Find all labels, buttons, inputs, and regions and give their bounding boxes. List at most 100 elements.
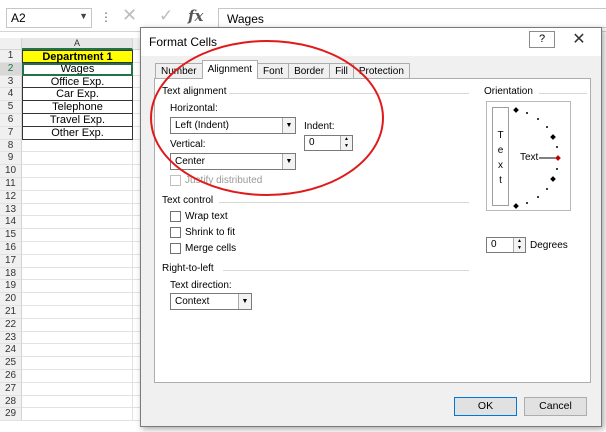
wrap-text-checkbox[interactable] <box>170 211 181 222</box>
cell-a12[interactable] <box>22 190 133 204</box>
cell-a14[interactable] <box>22 216 133 230</box>
row-header[interactable]: 29 <box>0 408 22 422</box>
ok-button[interactable]: OK <box>454 397 517 416</box>
dial-handle[interactable] <box>555 155 561 161</box>
cell-a17[interactable] <box>22 254 133 268</box>
tab-number[interactable]: Number <box>155 63 203 79</box>
column-header-a[interactable]: A <box>22 38 133 50</box>
row-header[interactable]: 2 <box>0 62 22 76</box>
cell-a3[interactable]: Office Exp. <box>22 75 133 89</box>
merge-cells-checkbox[interactable] <box>170 243 181 254</box>
cell-a6[interactable]: Travel Exp. <box>22 113 133 127</box>
chevron-down-icon[interactable]: ▼ <box>282 118 295 133</box>
row-header[interactable]: 19 <box>0 280 22 294</box>
horizontal-select[interactable]: Left (Indent) ▼ <box>170 117 296 134</box>
row-header[interactable]: 3 <box>0 75 22 89</box>
vertical-select[interactable]: Center ▼ <box>170 153 296 170</box>
select-all-corner[interactable] <box>0 38 22 50</box>
row-header[interactable]: 28 <box>0 395 22 409</box>
row-header[interactable]: 25 <box>0 357 22 370</box>
tab-alignment[interactable]: Alignment <box>201 60 259 79</box>
justify-distributed-checkbox <box>170 175 181 186</box>
row-header[interactable]: 21 <box>0 305 22 319</box>
row-header[interactable]: 14 <box>0 216 22 230</box>
row-header[interactable]: 13 <box>0 203 22 217</box>
wrap-text-option[interactable]: Wrap text <box>170 211 228 222</box>
table-row <box>22 203 147 217</box>
cell-a21[interactable] <box>22 305 133 319</box>
row-header[interactable]: 20 <box>0 293 22 306</box>
row-header[interactable]: 8 <box>0 139 22 153</box>
help-button[interactable]: ? <box>529 31 555 48</box>
indent-spinner[interactable]: 0 ▲ ▼ <box>304 135 353 151</box>
spinner-arrows-icon[interactable]: ▲ ▼ <box>340 136 352 150</box>
row-header[interactable]: 4 <box>0 88 22 102</box>
cell-a5[interactable]: Telephone <box>22 101 133 114</box>
cell-a11[interactable] <box>22 177 133 191</box>
degrees-spinner[interactable]: 0 ▲ ▼ <box>486 237 526 253</box>
cell-a23[interactable] <box>22 331 133 345</box>
cell-a29[interactable] <box>22 408 133 422</box>
cell-a16[interactable] <box>22 241 133 255</box>
row-header[interactable]: 26 <box>0 369 22 383</box>
row-header[interactable]: 1 <box>0 50 22 63</box>
chevron-down-icon[interactable]: ▼ <box>79 11 88 21</box>
row-header[interactable]: 24 <box>0 344 22 358</box>
row-header[interactable]: 15 <box>0 229 22 242</box>
table-row <box>22 229 147 242</box>
cell-a1[interactable]: Department 1 <box>22 50 133 63</box>
shrink-to-fit-option[interactable]: Shrink to fit <box>170 227 235 238</box>
close-icon[interactable]: ✕ <box>561 29 597 51</box>
row-header[interactable]: 18 <box>0 267 22 281</box>
cell-a28[interactable] <box>22 395 133 409</box>
tab-protection[interactable]: Protection <box>352 63 410 79</box>
cell-a22[interactable] <box>22 318 133 332</box>
more-options-icon[interactable]: ⋮ <box>100 10 112 24</box>
enter-entry-icon[interactable]: ✓ <box>159 6 173 26</box>
row-header[interactable]: 17 <box>0 254 22 268</box>
cell-a26[interactable] <box>22 369 133 383</box>
row-header[interactable]: 9 <box>0 152 22 166</box>
cell-a7[interactable]: Other Exp. <box>22 126 133 140</box>
table-row <box>22 382 147 396</box>
name-box[interactable]: A2 ▼ <box>6 8 92 28</box>
row-header[interactable]: 5 <box>0 101 22 114</box>
cell-a2[interactable]: Wages <box>22 62 133 76</box>
tab-border[interactable]: Border <box>288 63 331 79</box>
cell-a9[interactable] <box>22 152 133 166</box>
tab-font[interactable]: Font <box>257 63 290 79</box>
cell-a20[interactable] <box>22 293 133 306</box>
row-header[interactable]: 23 <box>0 331 22 345</box>
tab-fill[interactable]: Fill <box>329 63 354 79</box>
insert-function-icon[interactable]: fx <box>188 7 203 25</box>
text-direction-select[interactable]: Context ▼ <box>170 293 252 310</box>
row-header[interactable]: 22 <box>0 318 22 332</box>
cell-a24[interactable] <box>22 344 133 358</box>
cell-a13[interactable] <box>22 203 133 217</box>
chevron-down-icon[interactable]: ▼ <box>282 154 295 169</box>
cell-a4[interactable]: Car Exp. <box>22 88 133 102</box>
cancel-entry-icon[interactable]: ✕ <box>122 5 137 26</box>
row-header[interactable]: 7 <box>0 126 22 140</box>
cell-a8[interactable] <box>22 139 133 153</box>
row-header[interactable]: 27 <box>0 382 22 396</box>
spinner-arrows-icon[interactable]: ▲ ▼ <box>513 238 525 252</box>
cell-a10[interactable] <box>22 165 133 178</box>
row-header[interactable]: 16 <box>0 241 22 255</box>
cell-a25[interactable] <box>22 357 133 370</box>
name-box-value: A2 <box>11 11 26 25</box>
row-header[interactable]: 10 <box>0 165 22 178</box>
merge-cells-option[interactable]: Merge cells <box>170 243 236 254</box>
shrink-to-fit-checkbox[interactable] <box>170 227 181 238</box>
cell-a15[interactable] <box>22 229 133 242</box>
cell-a27[interactable] <box>22 382 133 396</box>
row-header[interactable]: 11 <box>0 177 22 191</box>
chevron-down-icon[interactable]: ▼ <box>238 294 251 309</box>
cell-a18[interactable] <box>22 267 133 281</box>
formula-input[interactable]: Wages <box>218 8 606 28</box>
cell-a19[interactable] <box>22 280 133 294</box>
vertical-text-toggle[interactable]: T e x t <box>492 107 509 206</box>
row-header[interactable]: 12 <box>0 190 22 204</box>
cancel-button[interactable]: Cancel <box>524 397 587 416</box>
row-header[interactable]: 6 <box>0 113 22 127</box>
